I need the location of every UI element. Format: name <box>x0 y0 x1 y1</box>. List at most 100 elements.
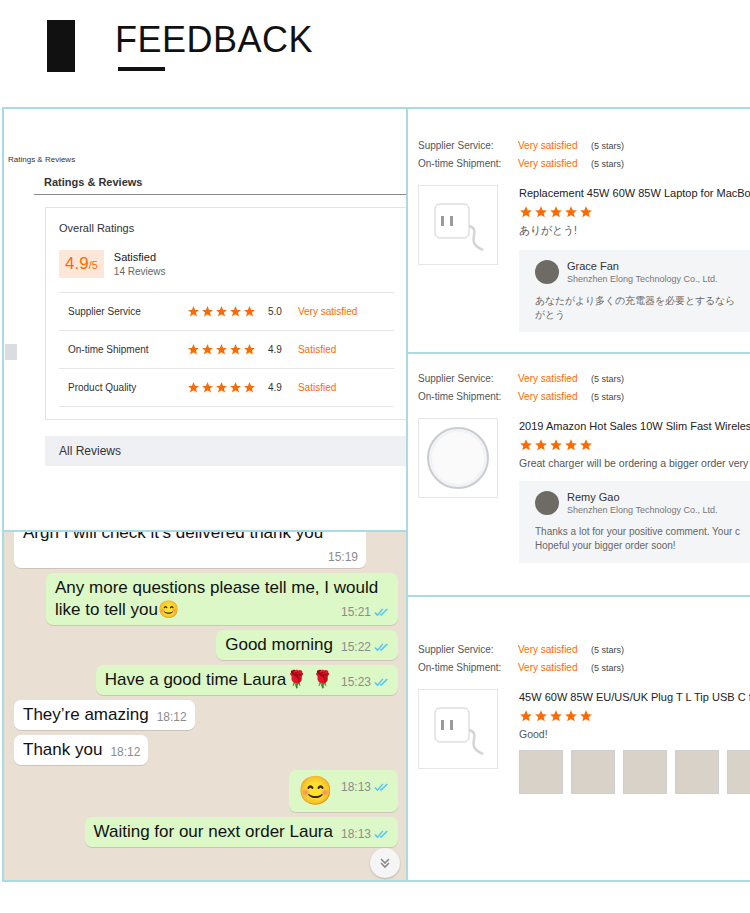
message-time: 15:19 <box>328 550 358 564</box>
page-title: FEEDBACK <box>115 20 313 60</box>
right-column: Supplier Service:Very satisfied(5 stars)… <box>408 109 750 880</box>
product-row: Replacement 45W 60W 85W Laptop for MacBo… <box>418 185 750 332</box>
title-underline <box>118 67 165 71</box>
service-line: Supplier Service:Very satisfied(5 stars) <box>418 641 750 659</box>
service-label: Supplier Service: <box>418 137 518 155</box>
star-icon <box>564 205 578 219</box>
ratings-body: Ratings & ReviewsOverall Ratings4.9/5Sat… <box>4 172 406 466</box>
message-meta: 18:12 <box>110 745 140 759</box>
product-info: 2019 Amazon Hot Sales 10W Slim Fast Wire… <box>519 418 750 563</box>
message-row: Argh I will check it’s delivered thank y… <box>14 532 398 568</box>
all-reviews-tab[interactable]: All Reviews <box>45 436 406 466</box>
review-comment: Good! <box>519 728 750 740</box>
supplier-reply: Remy GaoShenzhen Elong Technology Co., L… <box>519 481 750 563</box>
service-label: Supplier Service: <box>418 370 518 388</box>
ratings-title: Ratings & Reviews <box>34 172 406 195</box>
photo-thumbnail[interactable] <box>519 750 563 794</box>
collage: Ratings & ReviewsRatings & ReviewsOveral… <box>2 107 750 882</box>
photo-thumbnail[interactable] <box>571 750 615 794</box>
supplier-reply: Grace FanShenzhen Elong Technology Co., … <box>519 250 750 332</box>
reply-header: Remy GaoShenzhen Elong Technology Co., L… <box>535 491 750 515</box>
product-title[interactable]: 2019 Amazon Hot Sales 10W Slim Fast Wire… <box>519 420 750 432</box>
message-time: 18:12 <box>110 745 140 759</box>
star-icon <box>201 343 214 356</box>
review-stars <box>519 438 750 452</box>
scroll-down-button[interactable] <box>370 848 400 878</box>
title-block: FEEDBACK <box>115 20 313 107</box>
message-time: 15:21 <box>341 605 371 619</box>
chevron-down-icon <box>378 856 392 870</box>
message-row: Have a good time Laura🌹 🌹15:23 <box>14 665 398 695</box>
ratings-main: Ratings & ReviewsOverall Ratings4.9/5Sat… <box>34 172 406 466</box>
ratings-card: Overall Ratings4.9/5Satisfied14 ReviewsS… <box>45 207 406 420</box>
message-text: Have a good time Laura🌹 🌹 <box>105 670 333 689</box>
service-stars: (5 stars) <box>591 137 624 155</box>
shipment-line: On-time Shipment:Very satisfied(5 stars) <box>418 659 750 677</box>
shipment-stars: (5 stars) <box>591 388 624 406</box>
reply-line: あなたがより多くの充電器を必要とするなら <box>535 294 750 308</box>
star-icon <box>579 709 593 723</box>
overall-verdict: Satisfied <box>114 251 166 263</box>
product-info: Replacement 45W 60W 85W Laptop for MacBo… <box>519 185 750 332</box>
message-text: 😊 <box>298 775 333 806</box>
product-title[interactable]: 45W 60W 85W EU/US/UK Plug T L Tip USB C … <box>519 691 750 703</box>
message-time: 15:22 <box>341 640 371 654</box>
message-bubble: Waiting for our next order Laura18:13 <box>85 817 398 847</box>
star-icon <box>534 438 548 452</box>
shipment-label: On-time Shipment: <box>418 388 518 406</box>
reply-line: がとう <box>535 308 750 322</box>
message-bubble: 😊18:13 <box>289 770 398 812</box>
star-icon <box>549 205 563 219</box>
star-icon <box>534 205 548 219</box>
star-icon <box>243 305 256 318</box>
shipment-stars: (5 stars) <box>591 155 624 173</box>
star-icon <box>201 305 214 318</box>
read-ticks-icon <box>374 829 390 839</box>
header: FEEDBACK <box>0 0 750 107</box>
message-row: Waiting for our next order Laura18:13 <box>14 817 398 847</box>
rating-verdict: Satisfied <box>298 382 336 393</box>
message-bubble: They’re amazing18:12 <box>14 700 195 730</box>
product-image[interactable] <box>418 185 498 265</box>
score-max: /5 <box>89 259 98 271</box>
shipment-label: On-time Shipment: <box>418 155 518 173</box>
read-ticks-icon <box>374 607 390 617</box>
product-image[interactable] <box>418 689 498 769</box>
star-icon <box>519 438 533 452</box>
message-time: 18:13 <box>341 827 371 841</box>
message-row: Thank you18:12 <box>14 735 398 765</box>
service-line: Supplier Service:Very satisfied(5 stars) <box>418 137 750 155</box>
rating-label: Product Quality <box>59 382 187 393</box>
product-title[interactable]: Replacement 45W 60W 85W Laptop for MacBo… <box>519 187 750 199</box>
sidebar-handle[interactable] <box>5 344 17 360</box>
shipment-line: On-time Shipment:Very satisfied(5 stars) <box>418 155 750 173</box>
product-image[interactable] <box>418 418 498 498</box>
review-panel: Supplier Service:Very satisfied(5 stars)… <box>408 354 750 595</box>
service-value: Very satisfied <box>518 370 591 388</box>
rating-score: 4.9 <box>268 344 282 355</box>
shipment-stars: (5 stars) <box>591 659 624 677</box>
review-stars <box>519 205 750 219</box>
message-list: Argh I will check it’s delivered thank y… <box>4 532 406 847</box>
avatar <box>535 491 559 515</box>
rating-score: 5.0 <box>268 306 282 317</box>
shipment-label: On-time Shipment: <box>418 659 518 677</box>
reply-text: あなたがより多くの充電器を必要とするならがとう <box>535 294 750 322</box>
reply-line: Thanks a lot for your positive comment. … <box>535 525 750 539</box>
star-icon <box>201 381 214 394</box>
review-stars <box>519 709 750 723</box>
reply-company: Shenzhen Elong Technology Co., Ltd. <box>567 505 717 515</box>
photo-thumbnail[interactable] <box>623 750 667 794</box>
score: 4.9 <box>65 254 89 273</box>
review-comment: Great charger will be ordering a bigger … <box>519 457 750 469</box>
rating-row: On-time Shipment4.9Satisfied <box>59 331 394 369</box>
message-text: Any more questions please tell me, I wou… <box>55 578 378 619</box>
review-photos <box>519 750 750 794</box>
service-line: Supplier Service:Very satisfied(5 stars) <box>418 370 750 388</box>
product-row: 2019 Amazon Hot Sales 10W Slim Fast Wire… <box>418 418 750 563</box>
read-ticks-icon <box>374 782 390 792</box>
message-text: Good morning <box>225 635 333 654</box>
photo-thumbnail[interactable] <box>727 750 750 794</box>
photo-thumbnail[interactable] <box>675 750 719 794</box>
service-label: Supplier Service: <box>418 641 518 659</box>
